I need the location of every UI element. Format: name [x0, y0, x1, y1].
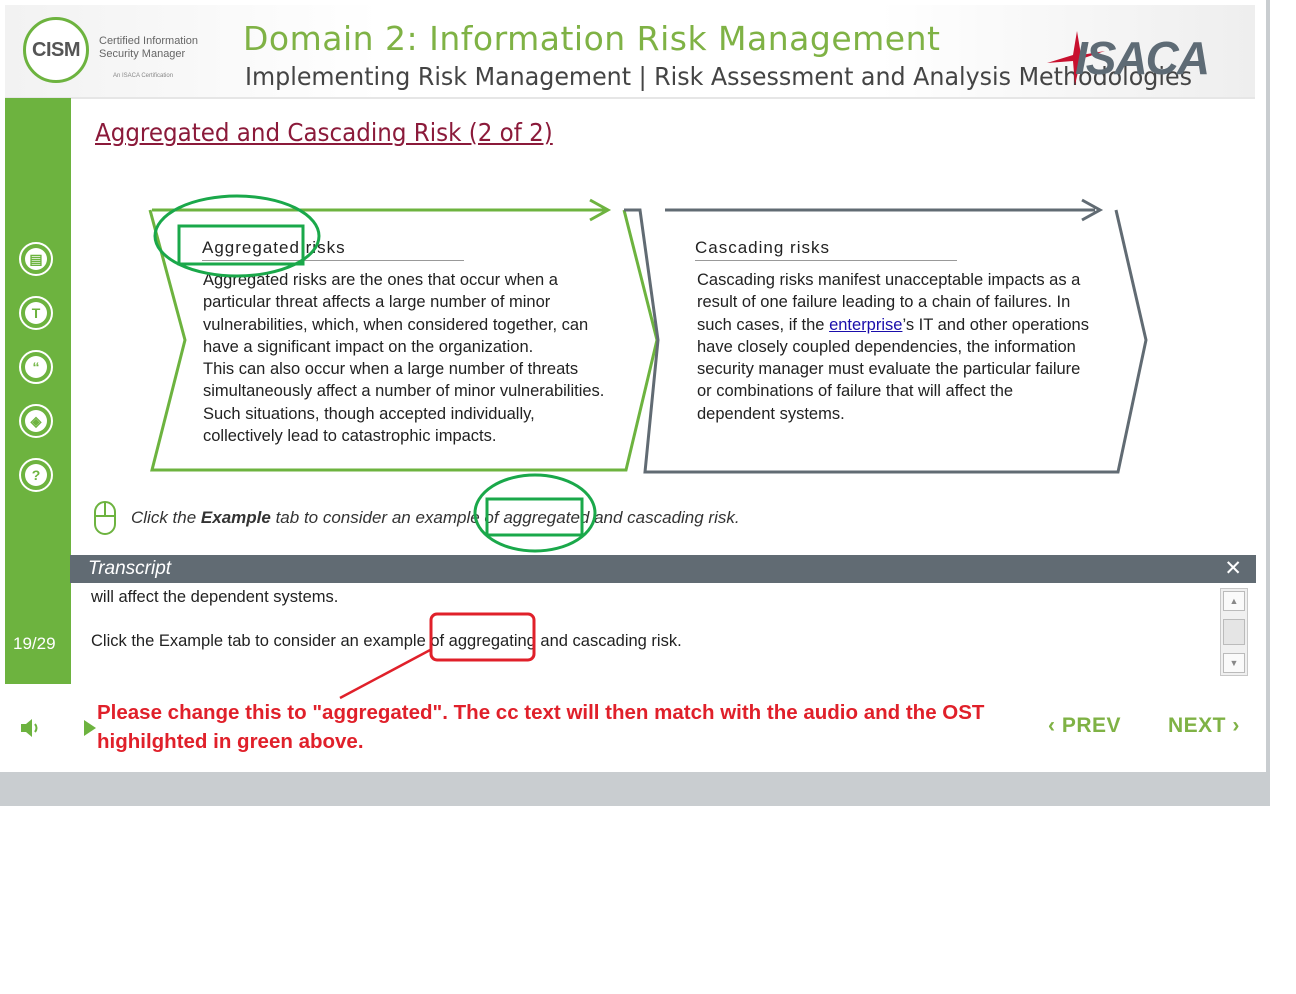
- help-button[interactable]: ?: [19, 458, 53, 492]
- app-frame: CISM Certified Information Security Mana…: [0, 0, 1270, 806]
- glossary-button[interactable]: T: [19, 296, 53, 330]
- scroll-down-icon[interactable]: ▼: [1223, 653, 1245, 673]
- cism-logo-line1: Certified Information: [99, 35, 199, 47]
- aggregated-line: collectively lead to catastrophic impact…: [203, 427, 497, 446]
- review-comment: Please change this to "aggregated". The …: [97, 701, 985, 753]
- volume-icon[interactable]: [18, 714, 42, 742]
- layers-icon: ◈: [25, 410, 47, 432]
- cism-logo-tag: An ISACA Certification: [113, 73, 174, 79]
- page-counter: 19/29: [13, 634, 56, 653]
- aggregated-body: Aggregated risks are the ones that occur…: [203, 269, 613, 447]
- cascading-line: Cascading risks manifest unacceptable im…: [697, 271, 1081, 289]
- next-label: NEXT: [1168, 714, 1227, 737]
- aggregated-line: vulnerabilities, which, when considered …: [203, 315, 589, 334]
- scroll-up-icon[interactable]: ▲: [1223, 591, 1245, 611]
- isaca-logo: ISACA: [1045, 27, 1225, 87]
- isaca-wordmark: ISACA: [1075, 32, 1210, 84]
- cascading-line: or combinations of failure that will aff…: [697, 382, 1014, 401]
- cism-logo-line2: Security Manager: [99, 48, 186, 60]
- transcript-title: Transcript: [88, 558, 172, 579]
- domain-title: Domain 2: Information Risk Management: [243, 19, 941, 58]
- slide-title: Aggregated and Cascading Risk (2 of 2): [95, 118, 553, 147]
- chevron-right-icon: ›: [1232, 714, 1240, 737]
- cascading-line: have closely coupled dependencies, the i…: [697, 337, 1076, 356]
- close-icon[interactable]: ✕: [1224, 556, 1242, 581]
- scroll-thumb[interactable]: [1223, 619, 1245, 645]
- quote-icon: “: [25, 356, 47, 378]
- transcript-header: Transcript ✕: [70, 555, 1256, 583]
- aggregated-line: Aggregated risks are the ones that occur…: [203, 271, 558, 289]
- mouse-icon: [94, 501, 116, 535]
- cascading-heading: Cascading risks: [695, 238, 957, 261]
- notes-icon: ▤: [25, 248, 47, 270]
- transcript-line: will affect the dependent systems.: [91, 588, 339, 606]
- cism-badge: CISM: [23, 17, 89, 83]
- aggregated-line: particular threat affects a large number…: [203, 293, 551, 312]
- course-header: CISM Certified Information Security Mana…: [5, 5, 1255, 99]
- quote-button[interactable]: “: [19, 350, 53, 384]
- enterprise-glossary-link[interactable]: enterprise: [829, 316, 902, 334]
- resources-button[interactable]: ◈: [19, 404, 53, 438]
- prev-label: PREV: [1061, 714, 1122, 737]
- cascading-line: dependent systems.: [697, 404, 845, 423]
- instruction-text: Click the Example tab to consider an exa…: [131, 508, 740, 527]
- play-icon[interactable]: [82, 714, 98, 742]
- aggregated-line: This can also occur when a large number …: [203, 360, 579, 379]
- aggregated-line: have a significant impact on the organiz…: [203, 337, 534, 356]
- cascading-line: such cases, if the enterprise’s IT and o…: [697, 315, 1089, 334]
- transcript-body: will affect the dependent systems. Click…: [71, 584, 1256, 684]
- course-stage: CISM Certified Information Security Mana…: [0, 0, 1266, 772]
- transcript-scrollbar[interactable]: ▲ ▼: [1220, 588, 1248, 676]
- transcript-line: Click the Example tab to consider an exa…: [91, 632, 682, 650]
- chevron-left-icon: ‹: [1048, 714, 1056, 737]
- cascading-arrow: [665, 198, 1104, 222]
- next-button[interactable]: NEXT ›: [1168, 714, 1240, 738]
- cascading-line: security manager must evaluate the parti…: [697, 360, 1081, 379]
- cism-logo: CISM Certified Information Security Mana…: [23, 17, 223, 87]
- notes-button[interactable]: ▤: [19, 242, 53, 276]
- aggregated-line: simultaneously affect a number of minor …: [203, 382, 605, 401]
- cascading-body: Cascading risks manifest unacceptable im…: [697, 269, 1117, 425]
- sidebar: ▤ T “ ◈ ? 19/29: [5, 98, 71, 684]
- aggregated-heading: Aggregated risks: [202, 238, 464, 261]
- glossary-t-icon: T: [25, 302, 47, 324]
- help-icon: ?: [25, 464, 47, 486]
- prev-button[interactable]: ‹ PREV: [1048, 714, 1121, 738]
- aggregated-line: Such situations, though accepted individ…: [203, 404, 535, 423]
- aggregated-arrow: [280, 198, 612, 222]
- cascading-line: result of one failure leading to a chain…: [697, 293, 1071, 312]
